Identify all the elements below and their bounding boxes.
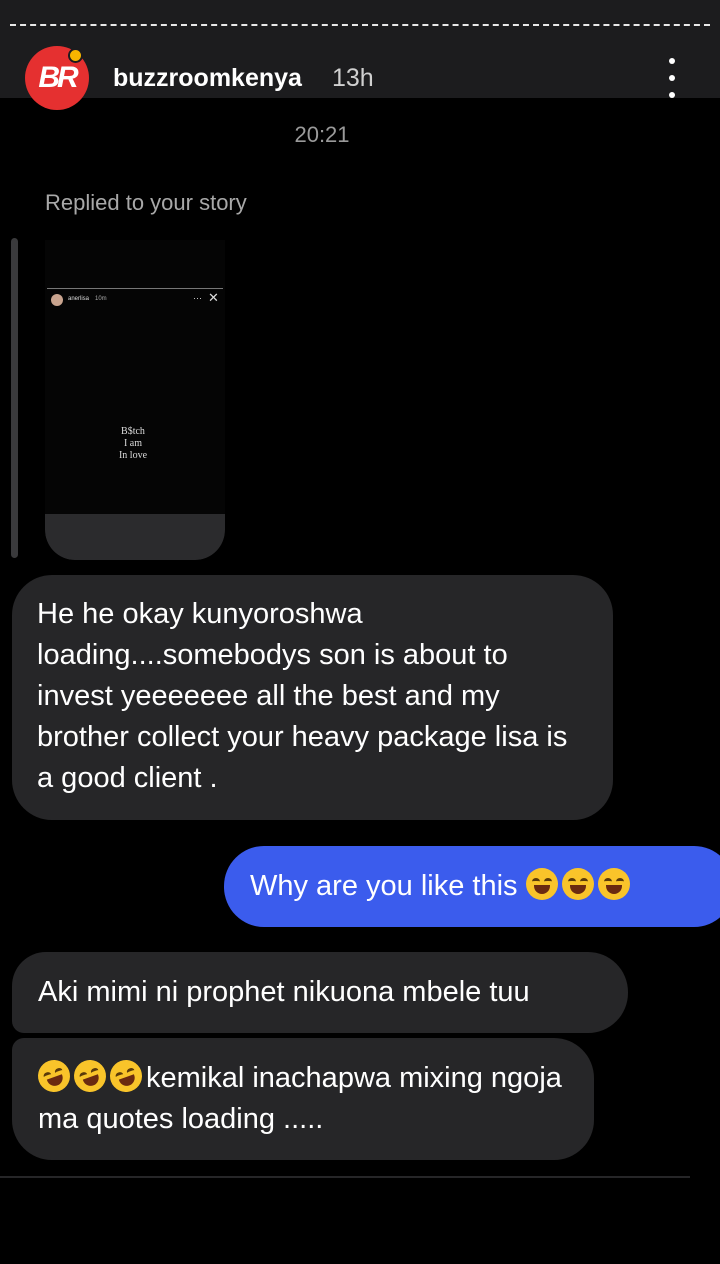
message-bubble-incoming[interactable]: He he okay kunyoroshwa loading....somebo… [12,575,613,820]
message-text: He he okay kunyoroshwa loading....somebo… [37,598,568,794]
composer-divider [0,1176,690,1178]
reply-indicator-bar [11,238,18,558]
tears-of-joy-emoji-icon [561,868,594,900]
story-thumbnail[interactable]: anerlisa 10m ··· ✕ B$tch I am In love [45,240,225,560]
rofl-emoji-icon [105,1055,147,1097]
story-progress-bar [10,24,710,26]
thumb-more-icon: ··· [193,293,202,303]
rofl-emoji-icon [69,1055,111,1097]
replied-to-story-label: Replied to your story [45,190,247,215]
thumb-story-text: B$tch I am In love [45,426,221,462]
thumb-footer [45,514,225,560]
message-text: Why are you like this [250,870,518,902]
message-bubble-outgoing[interactable]: Why are you like this [224,846,720,927]
message-timestamp: 20:21 [294,122,350,147]
message-bubble-incoming[interactable]: Aki mimi ni prophet nikuona mbele tuu [12,952,628,1033]
avatar-badge [68,48,83,63]
post-age: 13h [332,64,374,92]
message-text: Aki mimi ni prophet nikuona mbele tuu [38,976,530,1008]
thumb-time: 10m [95,296,107,302]
tears-of-joy-emoji-icon [525,868,558,900]
thumb-avatar [51,294,63,306]
thumb-close-icon: ✕ [208,290,219,305]
thumb-text-line: B$tch [121,426,145,437]
thumb-text-line: I am [123,438,143,449]
rofl-emoji-icon [33,1055,75,1097]
tears-of-joy-emoji-icon [597,868,630,900]
thumb-progress-bar [47,288,223,289]
username[interactable]: buzzroomkenya [113,64,302,93]
message-bubble-incoming[interactable]: kemikal inachapwa mixing ngoja ma quotes… [12,1038,594,1160]
thumb-username: anerlisa [68,296,90,302]
thumb-text-line: In love [118,450,148,461]
more-options-icon[interactable] [660,58,684,98]
